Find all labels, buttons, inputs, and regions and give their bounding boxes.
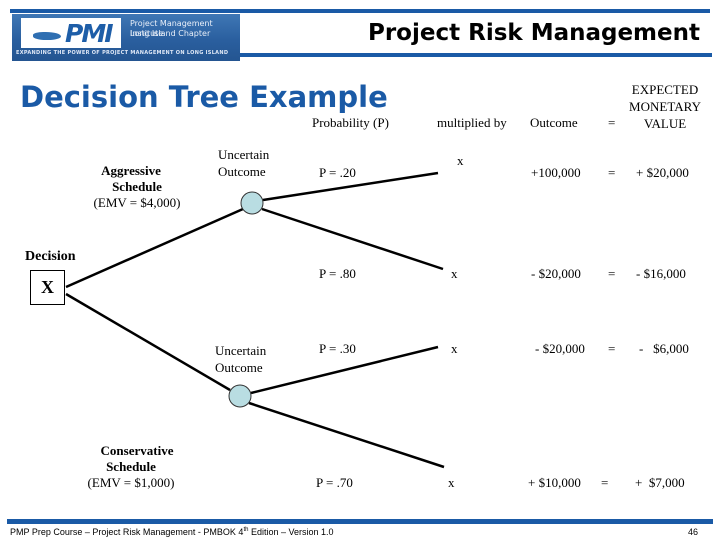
chance-label-aggressive: Uncertain Outcome [218, 146, 269, 180]
branch-emv: - $6,000 [639, 341, 689, 356]
branch-outcome: + $10,000 [528, 475, 581, 490]
page-number: 46 [687, 527, 698, 537]
branch-times: x [451, 341, 458, 356]
chance-label-conservative: Uncertain Outcome [215, 342, 266, 376]
option-conservative-name-line2: Schedule [106, 459, 156, 474]
chance-node-conservative [228, 384, 252, 408]
branch-equals: = [608, 266, 616, 281]
branch-emv: - $16,000 [636, 266, 686, 281]
chance-label-conservative-line2: Outcome [215, 360, 263, 375]
branch-outcome: +100,000 [531, 165, 581, 180]
branch-emv: + $7,000 [635, 475, 685, 490]
chance-label-aggressive-line1: Uncertain [218, 147, 270, 162]
chance-label-aggressive-line2: Outcome [218, 164, 266, 179]
footer-text-end: Edition – Version 1.0 [248, 527, 334, 537]
chance-label-conservative-line1: Uncertain [215, 343, 267, 358]
branch-outcome: - $20,000 [531, 266, 581, 281]
option-aggressive-name-line2: Schedule [112, 179, 162, 194]
option-conservative-emv: (EMV = $1,000) [87, 475, 175, 490]
option-aggressive-label: Aggressive Schedule (EMV = $4,000) [72, 163, 202, 211]
branch-emv: + $20,000 [636, 165, 689, 180]
branch-probability: P = .70 [316, 475, 353, 490]
decision-label: Decision [25, 249, 76, 264]
branch-aggressive-p80 [261, 207, 444, 271]
chance-node-aggressive [240, 191, 264, 215]
branch-times: x [457, 153, 464, 168]
branch-times: x [451, 266, 458, 281]
branch-equals: = [608, 341, 616, 356]
branch-equals: = [608, 165, 616, 180]
footer-text: PMP Prep Course – Project Risk Managemen… [10, 527, 334, 537]
decision-node: X [30, 270, 65, 305]
branch-probability: P = .80 [319, 266, 356, 281]
footer-text-main: PMP Prep Course – Project Risk Managemen… [10, 527, 244, 537]
branch-decision-to-conservative [65, 292, 231, 392]
footer-rule [7, 519, 713, 524]
option-aggressive-name-line1: Aggressive [101, 163, 161, 178]
option-conservative-label: Conservative Schedule (EMV = $1,000) [70, 443, 192, 491]
branch-probability: P = .20 [319, 165, 356, 180]
branch-equals: = [601, 475, 609, 490]
branch-conservative-p70 [248, 401, 445, 469]
option-conservative-name-line1: Conservative [100, 443, 174, 458]
branch-outcome: - $20,000 [535, 341, 585, 356]
branch-times: x [448, 475, 455, 490]
branch-decision-to-aggressive [65, 207, 244, 289]
option-aggressive-emv: (EMV = $4,000) [93, 195, 181, 210]
branch-probability: P = .30 [319, 341, 356, 356]
